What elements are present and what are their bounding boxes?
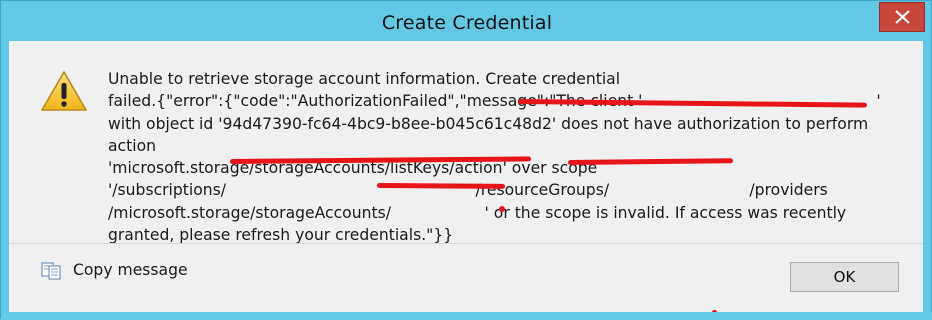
warning-icon [41,71,87,111]
dialog-title: Create Credential [381,12,553,34]
close-button[interactable] [879,2,925,32]
copy-message-label[interactable]: Copy message [73,261,188,279]
ok-button[interactable]: OK [790,262,899,292]
dialog-content: Unable to retrieve storage account infor… [9,41,923,313]
red-dot-mark [499,206,505,212]
redaction-mark [376,183,506,189]
copy-icon [41,262,61,280]
message-area: Unable to retrieve storage account infor… [9,41,923,244]
close-icon [895,10,910,24]
title-bar[interactable]: Create Credential [1,1,932,41]
button-bar: Copy message OK [9,244,923,313]
dialog-window: Create Credential Unable to retrieve sto… [0,0,932,320]
